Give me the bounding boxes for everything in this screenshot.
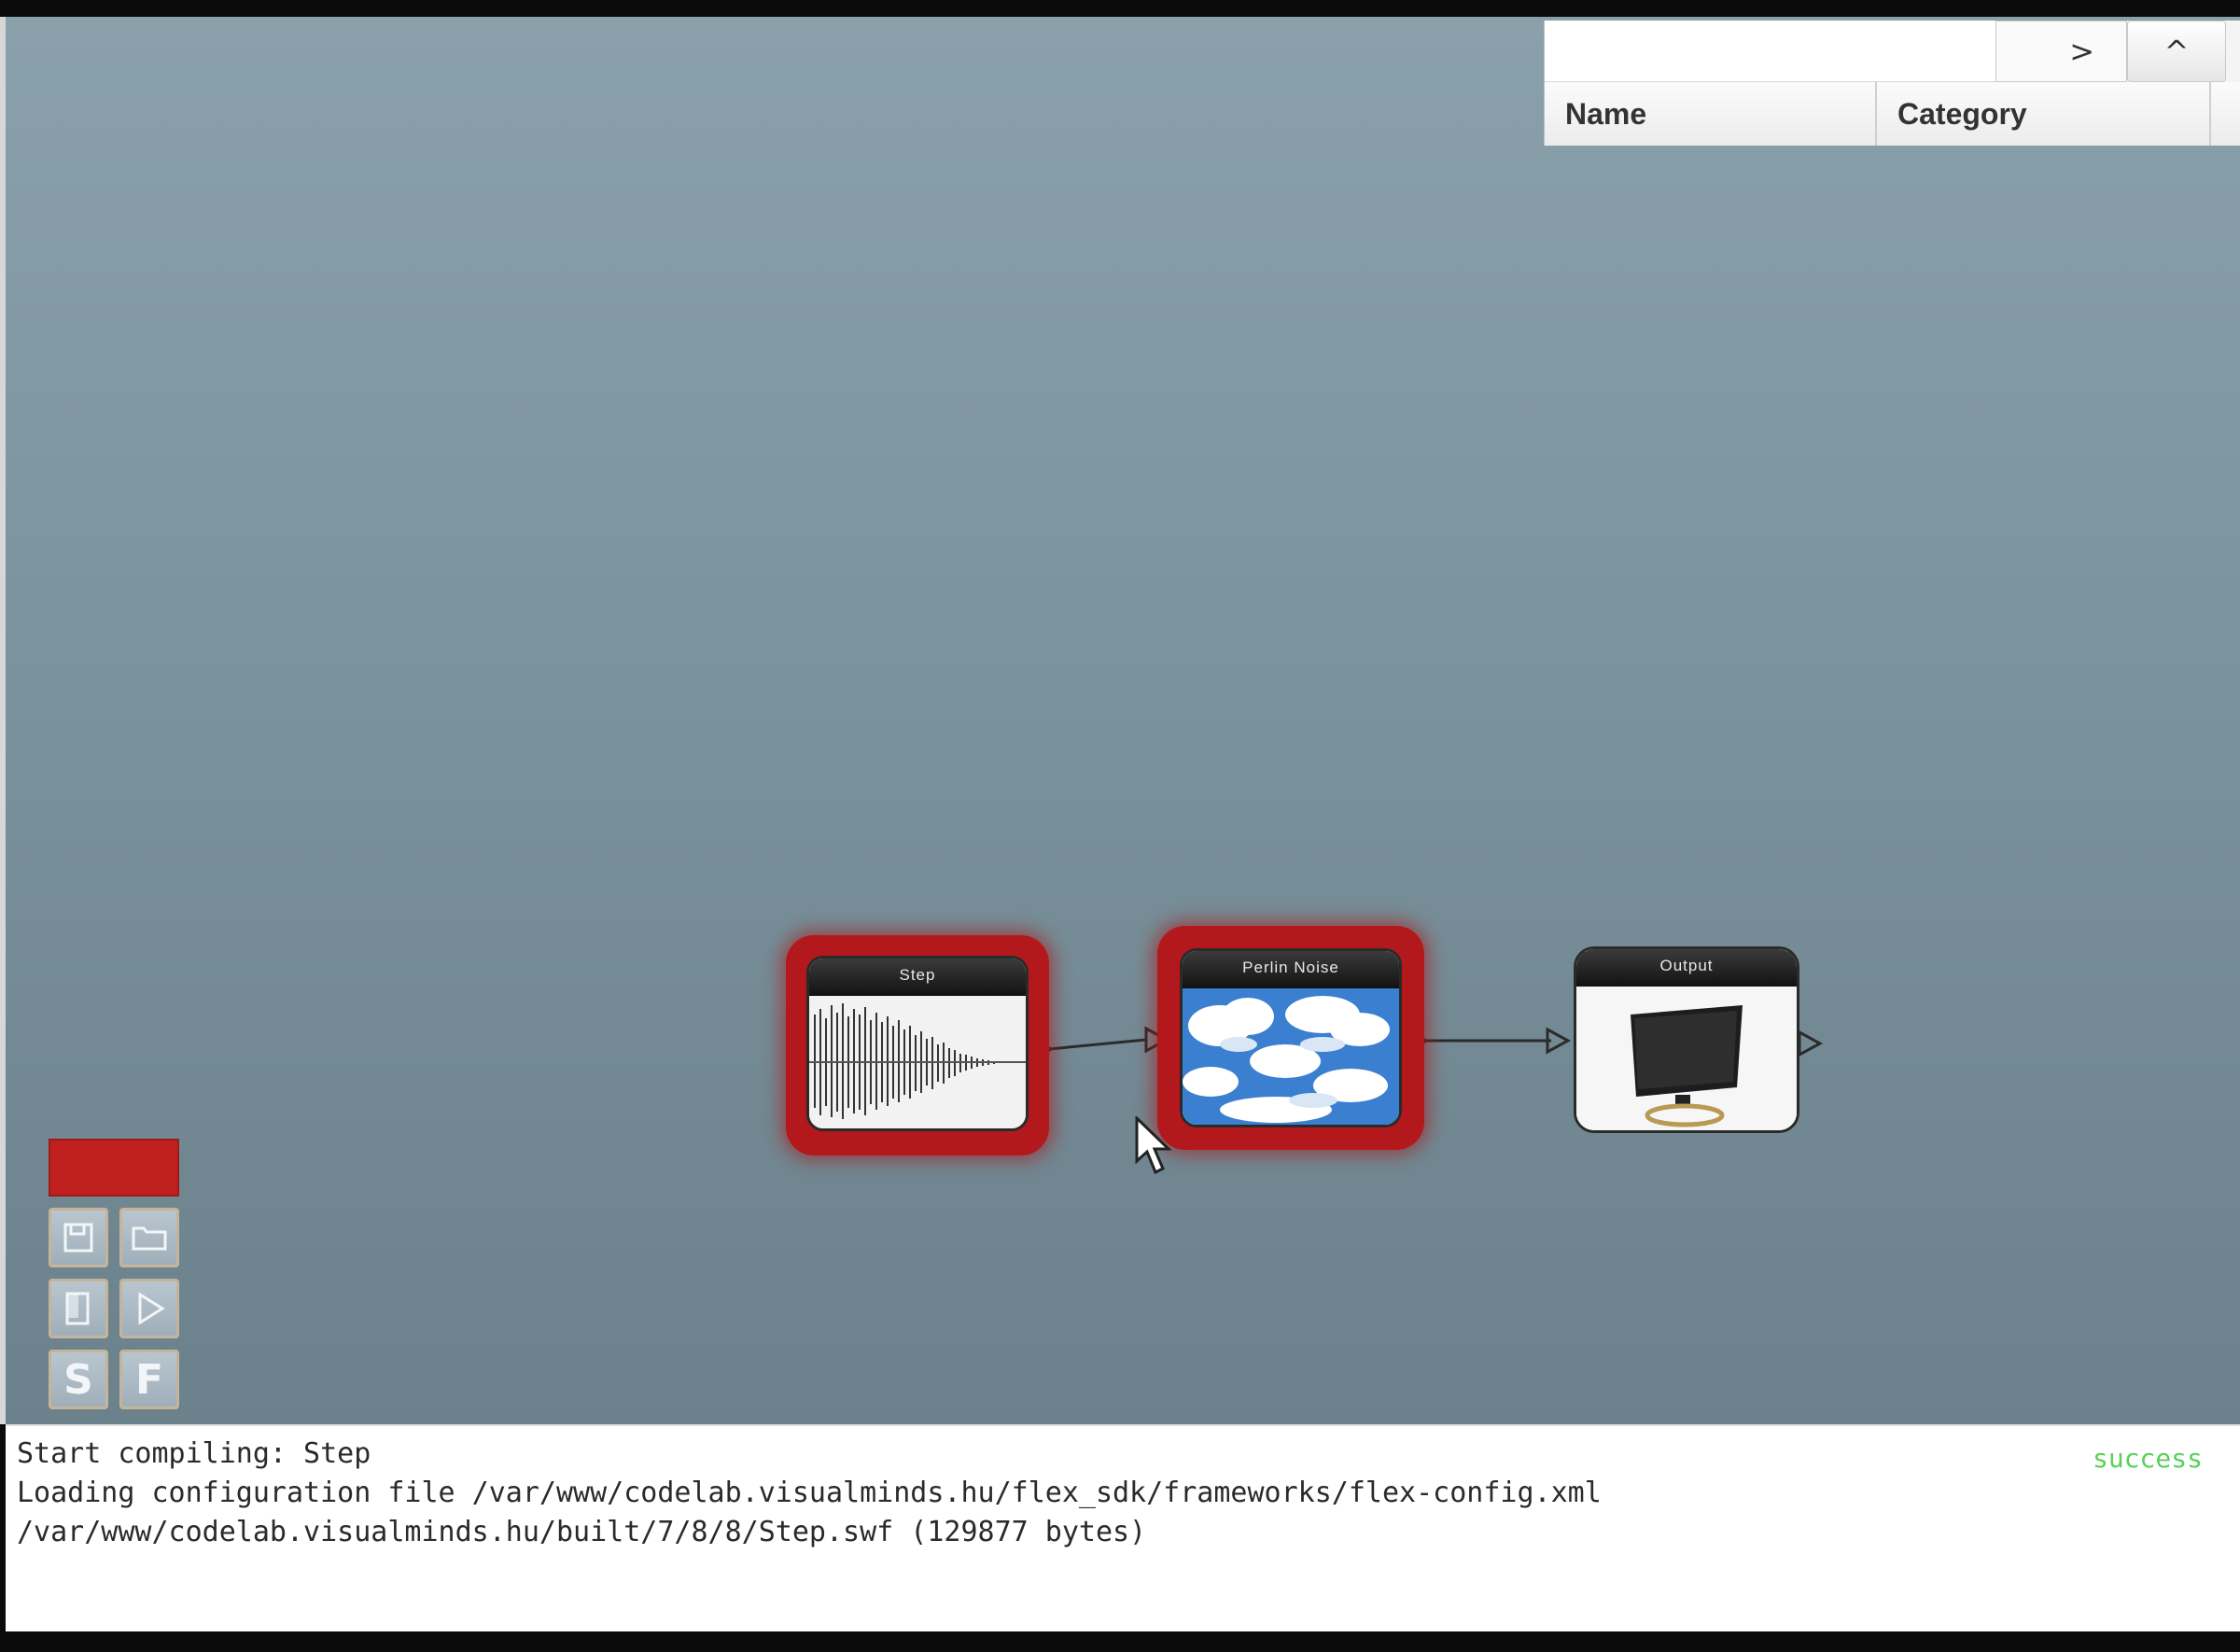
node-step-title: Step [809, 959, 1026, 996]
column-header-extra [2211, 82, 2240, 146]
waveform-thumbnail [809, 996, 1026, 1128]
f-button[interactable]: F [119, 1350, 179, 1409]
node-perlin-noise[interactable]: Perlin Noise [1157, 926, 1424, 1150]
bottom-border [0, 1631, 2240, 1652]
library-table-header: Name Category [1545, 82, 2240, 146]
output-output-port[interactable] [1798, 1029, 1824, 1057]
node-output-title: Output [1576, 949, 1797, 987]
waveform-icon [809, 996, 1026, 1128]
library-search-button[interactable]: > [1996, 21, 2127, 82]
node-perlin-noise-title: Perlin Noise [1183, 951, 1399, 988]
open-button[interactable] [119, 1208, 179, 1267]
library-search-input[interactable] [1545, 21, 1996, 82]
column-header-category[interactable]: Category [1877, 82, 2211, 146]
compile-status-badge: success [2092, 1443, 2203, 1474]
monitor-icon [1576, 987, 1797, 1130]
node-step[interactable]: Step [786, 935, 1049, 1155]
node-canvas[interactable]: Step Perlin Noise Output [6, 17, 2240, 1424]
console-line: Start compiling: Step [17, 1437, 371, 1470]
output-console: Start compiling: Step Loading configurat… [6, 1424, 2240, 1631]
app-window: Step Perlin Noise Output > ^ Name Catego… [0, 0, 2240, 1652]
copy-button[interactable] [49, 1279, 108, 1338]
library-collapse-button[interactable]: ^ [2127, 21, 2226, 82]
monitor-thumbnail [1576, 987, 1797, 1130]
s-button[interactable]: S [49, 1350, 108, 1409]
node-output-body: Output [1574, 946, 1799, 1133]
clouds-thumbnail [1183, 988, 1399, 1125]
console-line: /var/www/codelab.visualminds.hu/built/7/… [17, 1516, 1147, 1548]
open-icon [132, 1226, 167, 1251]
run-button[interactable] [119, 1279, 179, 1338]
mouse-cursor-icon [1135, 1116, 1172, 1175]
library-panel: > ^ Name Category [1544, 21, 2240, 146]
console-line: Loading configuration file /var/www/code… [17, 1477, 1602, 1509]
save-icon [63, 1223, 93, 1253]
connection-step-to-noise[interactable] [1048, 1038, 1147, 1051]
connections-layer [1029, 1026, 1824, 1063]
save-button[interactable] [49, 1208, 108, 1267]
copy-icon [65, 1292, 90, 1325]
red-color-button[interactable] [49, 1139, 179, 1197]
node-step-body: Step [806, 956, 1029, 1131]
play-icon [138, 1292, 165, 1325]
node-perlin-noise-body: Perlin Noise [1180, 948, 1402, 1127]
column-header-name[interactable]: Name [1545, 82, 1877, 146]
node-output[interactable]: Output [1574, 946, 1799, 1133]
clouds-icon [1183, 988, 1399, 1125]
